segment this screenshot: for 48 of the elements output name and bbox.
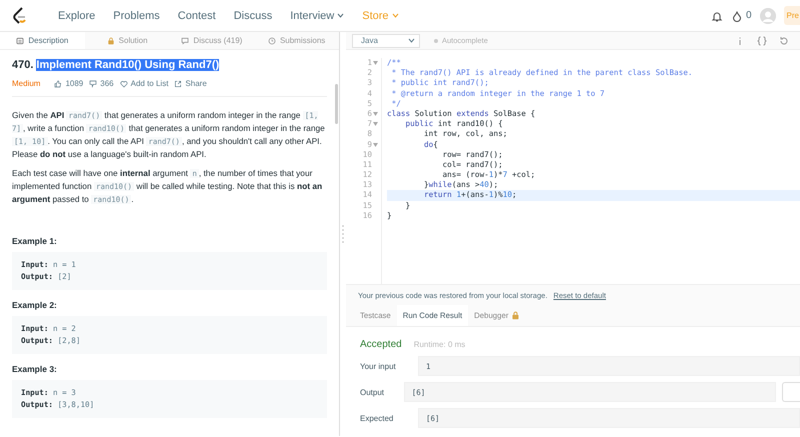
result-status: Accepted [360,339,402,350]
language-select[interactable]: Java [352,34,420,48]
nav-link[interactable]: Contest [178,10,216,22]
nav-link[interactable]: Discuss [234,10,272,22]
bell-icon[interactable] [710,10,723,22]
example-heading: Example 1: [12,236,58,246]
caret-icon [408,38,415,43]
nav-link[interactable]: Problems [113,10,160,22]
problem-number: 470. [12,59,34,71]
fold-caret-icon[interactable] [373,142,378,147]
clock-icon [268,36,276,44]
reset-icon[interactable] [778,34,790,46]
share-icon[interactable] [174,80,182,88]
result-label: Output [360,388,386,396]
diff-button[interactable] [782,382,800,402]
panel-tab[interactable]: Description [0,32,85,49]
fold-caret-icon[interactable] [373,112,378,116]
drop-icon[interactable] [730,10,743,22]
heart-icon[interactable] [120,80,128,88]
panel-tab[interactable]: Discuss (419) [170,32,254,49]
thumbs-down-icon[interactable] [89,80,98,88]
lock-icon [106,36,115,44]
caret-icon [392,13,399,18]
nav-link[interactable]: Interview [290,10,344,22]
runtime-label: Runtime: 0 ms [414,340,466,349]
panel-tab[interactable]: Solution [84,32,170,49]
fold-caret-icon[interactable] [373,122,378,126]
dislike-count[interactable]: 366 [100,79,114,88]
thumbs-up-icon[interactable] [54,80,62,88]
braces-icon[interactable] [756,34,768,46]
nav-link[interactable]: Explore [58,10,96,22]
points-count: 0 [746,10,752,21]
chat-icon [181,36,190,44]
fold-caret-icon[interactable] [373,61,378,66]
example-heading: Example 2: [12,300,58,310]
document-icon [16,36,24,44]
result-label: Your input [360,362,397,370]
problem-title: Implement Rand10() Using Rand7() [36,59,220,71]
caret-icon [337,13,344,18]
like-count[interactable]: 1089 [65,79,84,88]
difficulty-label: Medium [12,79,40,88]
scrollbar-thumb[interactable] [335,84,338,124]
share-link[interactable]: Share [185,79,207,88]
add-to-list-link[interactable]: Add to List [130,79,168,88]
logo-icon[interactable] [12,6,28,24]
panel-tab[interactable]: Submissions [254,32,339,49]
example-heading: Example 3: [12,364,58,374]
result-label: Expected [360,414,394,422]
